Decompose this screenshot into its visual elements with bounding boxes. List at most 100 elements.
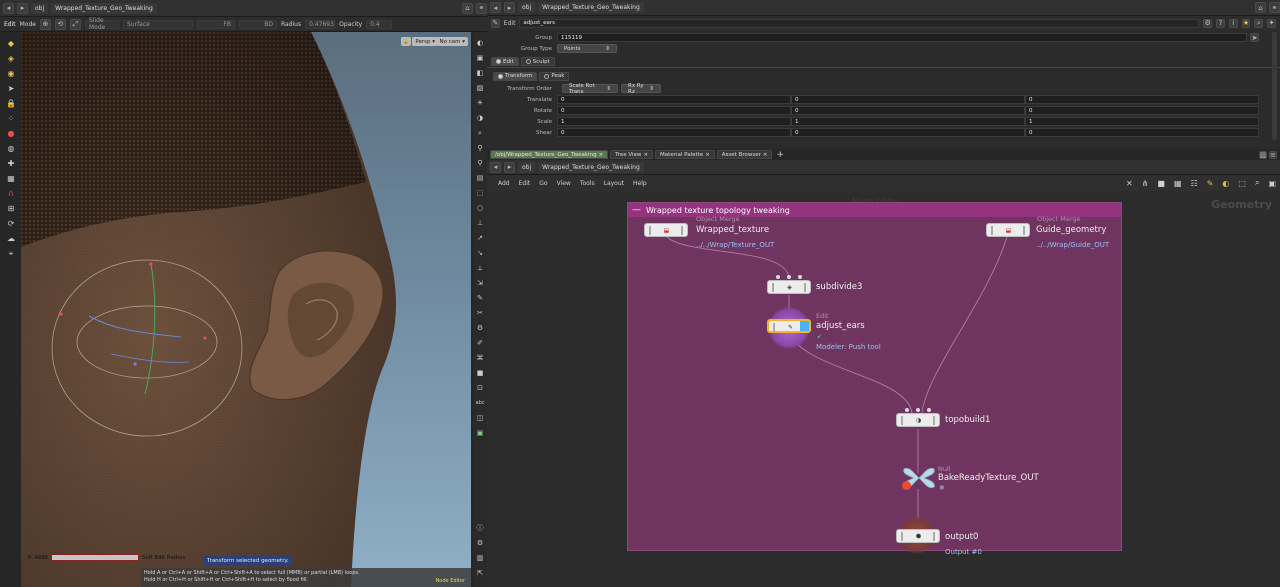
node-guide-geometry[interactable]: ⬓: [986, 223, 1030, 237]
camera-dropdown[interactable]: No cam ▾: [436, 37, 468, 46]
translate-field-x[interactable]: 0: [557, 95, 791, 104]
tree-icon[interactable]: ⋔: [1142, 179, 1149, 188]
tool-icon-a[interactable]: ⊕: [39, 18, 51, 30]
stop-icon[interactable]: ■: [475, 368, 485, 378]
node-adjust-ears[interactable]: ✎: [767, 319, 811, 333]
network-canvas[interactable]: Node Editor Geometry — Wrapped texture t…: [487, 191, 1280, 587]
star-icon[interactable]: ★: [1241, 18, 1251, 28]
node-name-field[interactable]: adjust_ears: [519, 18, 1200, 28]
tab-peak[interactable]: Peak: [539, 71, 570, 81]
visibility-icon[interactable]: ◍: [6, 143, 17, 154]
back-icon[interactable]: ◂: [3, 2, 14, 14]
gear-icon[interactable]: ⚙: [1203, 18, 1213, 28]
pin-icon[interactable]: ⌂: [1255, 2, 1266, 13]
path-object[interactable]: Wrapped_Texture_Geo_Tweaking: [51, 2, 157, 14]
slide-mode-dropdown[interactable]: Slide Mode: [84, 17, 119, 31]
parm-path-root[interactable]: obj: [518, 2, 536, 13]
back-icon[interactable]: ◂: [490, 161, 501, 173]
soft-edit-radius-handle[interactable]: 0.4898 Soft Edit Radius: [28, 554, 185, 561]
close-icon[interactable]: ×: [705, 152, 710, 158]
texture-icon[interactable]: ▨: [475, 83, 485, 93]
info-icon[interactable]: ⓘ: [475, 523, 485, 533]
panel-icon[interactable]: ▥: [475, 553, 485, 563]
bake-icon[interactable]: ⚙: [475, 323, 485, 333]
pane-menu-icon[interactable]: ≡: [1269, 150, 1277, 159]
lock-view-icon[interactable]: 🔒: [401, 37, 411, 46]
square-icon[interactable]: ■: [1157, 179, 1165, 188]
group-type-dropdown[interactable]: Points ⇕: [557, 44, 617, 53]
lock-icon[interactable]: 🔒: [6, 98, 17, 109]
select-mask-icon[interactable]: ◫: [475, 413, 485, 423]
network-path-root[interactable]: obj: [518, 161, 536, 173]
input-port[interactable]: [787, 275, 791, 279]
menu-go[interactable]: Go: [539, 180, 547, 187]
menu-edit[interactable]: Edit: [519, 180, 531, 187]
abc-icon[interactable]: abc: [475, 398, 485, 408]
help-icon[interactable]: ?: [1216, 18, 1225, 28]
link-icon[interactable]: ⚭: [1269, 2, 1280, 13]
attribute-icon[interactable]: ⊡: [475, 383, 485, 393]
menu-view[interactable]: View: [557, 180, 571, 187]
backface-icon[interactable]: ◧: [475, 68, 485, 78]
radius-field[interactable]: 0.47693: [305, 19, 336, 29]
path-root-obj[interactable]: obj: [31, 2, 49, 14]
vector-icon[interactable]: ↗: [475, 233, 485, 243]
shear-field-z[interactable]: 0: [1025, 128, 1259, 137]
rotate-field-z[interactable]: 0: [1025, 106, 1259, 115]
node-topobuild1[interactable]: ◑: [896, 413, 940, 427]
parm-path-object[interactable]: Wrapped_Texture_Geo_Tweaking: [538, 2, 644, 13]
opacity-field[interactable]: 0.4: [366, 19, 393, 29]
history-icon[interactable]: ⟳: [6, 218, 17, 229]
snapshot-icon[interactable]: ▣: [475, 428, 485, 438]
tab-edit[interactable]: Edit: [491, 57, 519, 66]
node-subdivide3[interactable]: ◈: [767, 280, 811, 294]
ghost-icon[interactable]: ☁: [6, 233, 17, 244]
display-flag[interactable]: [800, 321, 809, 331]
bulb-icon[interactable]: ⚲: [475, 143, 485, 153]
menu-layout[interactable]: Layout: [604, 180, 624, 187]
input-port[interactable]: [776, 275, 780, 279]
sphere-icon[interactable]: ○: [475, 203, 485, 213]
network-path-object[interactable]: Wrapped_Texture_Geo_Tweaking: [538, 161, 644, 173]
rotation-order-dropdown[interactable]: Rx Ry Rz ⇕: [621, 83, 661, 95]
tab-sculpt[interactable]: Sculpt: [520, 57, 555, 66]
bd-field[interactable]: BD: [238, 19, 277, 29]
align-icon[interactable]: ⊞: [6, 203, 17, 214]
rotate-field-y[interactable]: 0: [791, 106, 1025, 115]
link-icon[interactable]: ⚭: [476, 2, 487, 14]
tab-material-palette[interactable]: Material Palette ×: [655, 150, 715, 159]
lighting-icon[interactable]: ☀: [475, 98, 485, 108]
shear-field-x[interactable]: 0: [557, 128, 791, 137]
select-arrow-icon[interactable]: ➤: [6, 83, 17, 94]
input-port[interactable]: [927, 408, 931, 412]
node-bake-ready-texture-out[interactable]: [902, 466, 936, 490]
snap-icon[interactable]: ◈: [6, 53, 17, 64]
dependency-icon[interactable]: ⬚: [1238, 179, 1246, 188]
list-icon[interactable]: ☷: [1191, 179, 1198, 188]
cube-icon[interactable]: ⬚: [475, 188, 485, 198]
tool-icon-b[interactable]: ⟲: [54, 18, 66, 30]
measure-icon[interactable]: ⊥: [475, 218, 485, 228]
persp-dropdown[interactable]: Persp ▾: [412, 37, 438, 46]
translate-field-y[interactable]: 0: [791, 95, 1025, 104]
transform-handle-icon[interactable]: ⌖: [6, 248, 17, 259]
handles-icon[interactable]: ⌘: [475, 353, 485, 363]
info-icon[interactable]: i: [1228, 18, 1238, 28]
wrench-icon[interactable]: ✕: [1126, 179, 1133, 188]
grid-icon[interactable]: ▦: [1174, 179, 1182, 188]
network-info-icon[interactable]: ▣: [1268, 179, 1276, 188]
camera-icon[interactable]: ⌕: [475, 128, 485, 138]
close-icon[interactable]: ×: [763, 152, 768, 158]
display-icon[interactable]: ●: [6, 128, 17, 139]
scale-field-x[interactable]: 1: [557, 117, 791, 126]
normals-icon[interactable]: ↘: [475, 248, 485, 258]
pin-point-icon[interactable]: ✎: [475, 293, 485, 303]
translate-field-z[interactable]: 0: [1025, 95, 1259, 104]
parm-scrollbar[interactable]: [1272, 32, 1277, 140]
tab-network-path[interactable]: /obj/Wrapped_Texture_Geo_Tweaking ×: [490, 150, 609, 159]
wireframe-icon[interactable]: ▣: [475, 53, 485, 63]
surface-dropdown[interactable]: Surface: [122, 19, 193, 29]
input-port[interactable]: [916, 408, 920, 412]
shear-field-y[interactable]: 0: [791, 128, 1025, 137]
settings-icon[interactable]: ⚙: [475, 538, 485, 548]
